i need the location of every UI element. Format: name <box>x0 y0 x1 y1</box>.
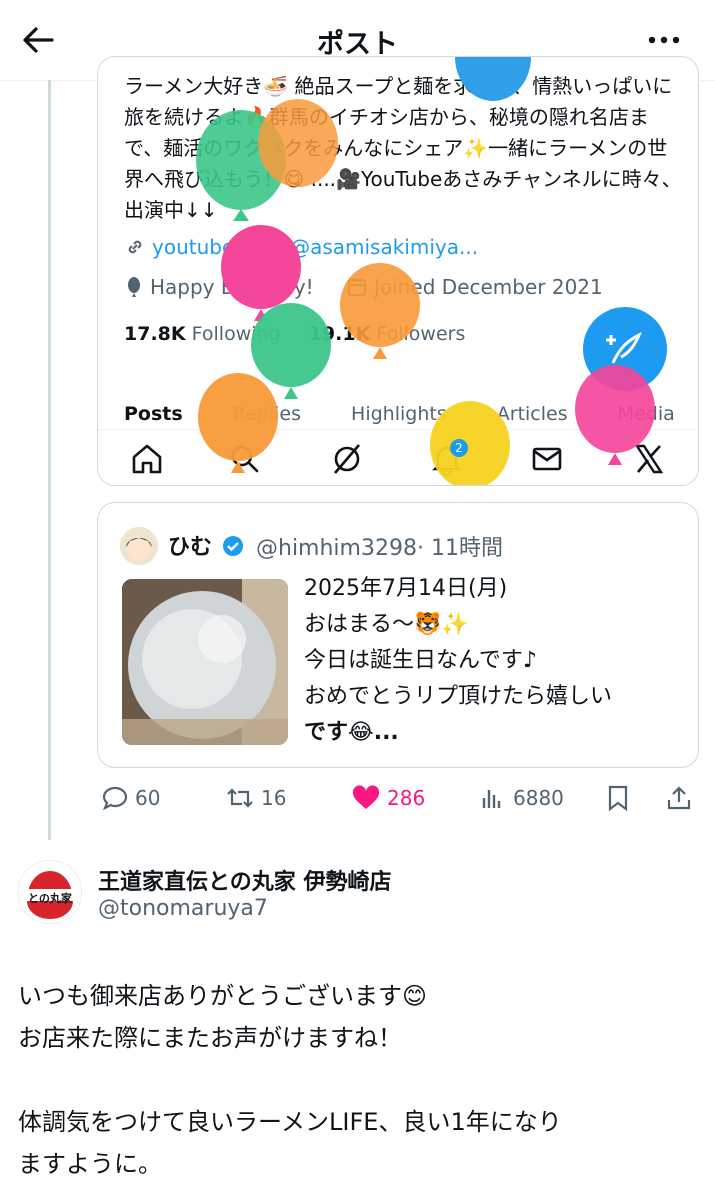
verified-icon <box>222 536 243 556</box>
repost-button[interactable]: 16 <box>225 784 286 812</box>
quote-line: おめでとうリプ頂けたら嬉しい <box>304 684 613 709</box>
quote-avatar <box>120 527 158 565</box>
balloon-orange-decoration <box>198 373 278 473</box>
quote-author-name: ひむ <box>168 529 244 561</box>
views-icon <box>482 790 501 808</box>
quote-line: です😂... <box>304 720 399 745</box>
more-icon[interactable] <box>642 20 686 60</box>
repost-count: 16 <box>261 786 287 810</box>
reply-count: 60 <box>135 786 161 810</box>
thread-line <box>48 80 51 840</box>
quote-time: · 11時間 <box>416 536 503 561</box>
reply-button[interactable]: 60 <box>101 784 160 812</box>
avatar-image <box>120 527 158 565</box>
quote-text: 2025年7月14日(月) おはまる〜🐯✨ 今日は誕生日なんです♪ おめでとうリ… <box>304 571 684 751</box>
quoted-post[interactable]: ひむ @himhim3298· 11時間 2025年7月14日(月) おはまる〜… <box>97 502 699 768</box>
link-icon <box>128 240 142 254</box>
quote-line: 2025年7月14日(月) <box>304 576 508 601</box>
quote-handle: @himhim3298· 11時間 <box>256 530 503 562</box>
home-icon <box>132 444 162 474</box>
quote-handle-text: @himhim3298 <box>256 536 417 561</box>
views-button[interactable]: 6880 <box>479 784 564 812</box>
reply-text: いつも御来店ありがとうございます😊 お店来た際にまたお声がけますね！ 体調気をつ… <box>18 975 698 1185</box>
share-icon <box>667 786 691 810</box>
like-count: 286 <box>387 786 426 810</box>
following-count: 17.8K <box>124 323 186 345</box>
balloon-orange-decoration <box>258 99 338 187</box>
grok-icon <box>334 444 360 474</box>
reply-avatar[interactable]: との丸家 <box>18 860 82 924</box>
bookmark-button[interactable] <box>605 784 631 812</box>
quote-name-text: ひむ <box>168 535 213 560</box>
mail-icon <box>532 447 562 471</box>
reply-blank-line <box>18 1059 698 1101</box>
reply-icon <box>102 786 128 811</box>
crystal-ball-image <box>122 579 288 745</box>
reply-author-name[interactable]: 王道家直伝との丸家 伊勢崎店 <box>98 864 391 896</box>
tab-posts: Posts <box>124 403 183 425</box>
avatar-label: との丸家 <box>28 892 72 905</box>
action-bar: 60 16 286 6880 <box>97 780 707 820</box>
balloon-pink-decoration <box>575 365 655 465</box>
reply-line: ますように。 <box>18 1150 162 1178</box>
quote-image-thumbnail[interactable] <box>122 579 288 745</box>
bookmark-icon <box>608 785 628 812</box>
balloon-blue-decoration <box>455 57 531 101</box>
quote-line: おはまる〜🐯✨ <box>304 612 469 637</box>
profile-link-text: youtube.com/@asamisakimiya... <box>152 235 479 259</box>
repost-icon <box>227 788 253 808</box>
balloon-yellow-decoration <box>430 401 510 485</box>
balloon-orange-decoration <box>340 263 420 359</box>
share-button[interactable] <box>665 784 693 812</box>
reply-line: お店来た際にまたお声がけますね！ <box>18 1024 402 1052</box>
views-count: 6880 <box>513 786 564 810</box>
balloon-icon <box>128 277 140 297</box>
profile-screenshot-image[interactable]: ラーメン大好き🍜 絶品スープと麺を求めて、情熱いっぱいに旅を続けるよ🔥群馬のイチ… <box>97 56 699 486</box>
like-button[interactable]: 286 <box>351 784 425 812</box>
notification-badge: 2 <box>450 439 468 457</box>
reply-line: 体調気をつけて良いラーメンLIFE、良い1年になり <box>18 1108 562 1136</box>
reply-line: いつも御来店ありがとうございます😊 <box>18 982 428 1010</box>
heart-icon <box>352 785 380 809</box>
reply-handle: @tonomaruya7 <box>98 896 268 921</box>
quote-line: 今日は誕生日なんです♪ <box>304 648 537 673</box>
